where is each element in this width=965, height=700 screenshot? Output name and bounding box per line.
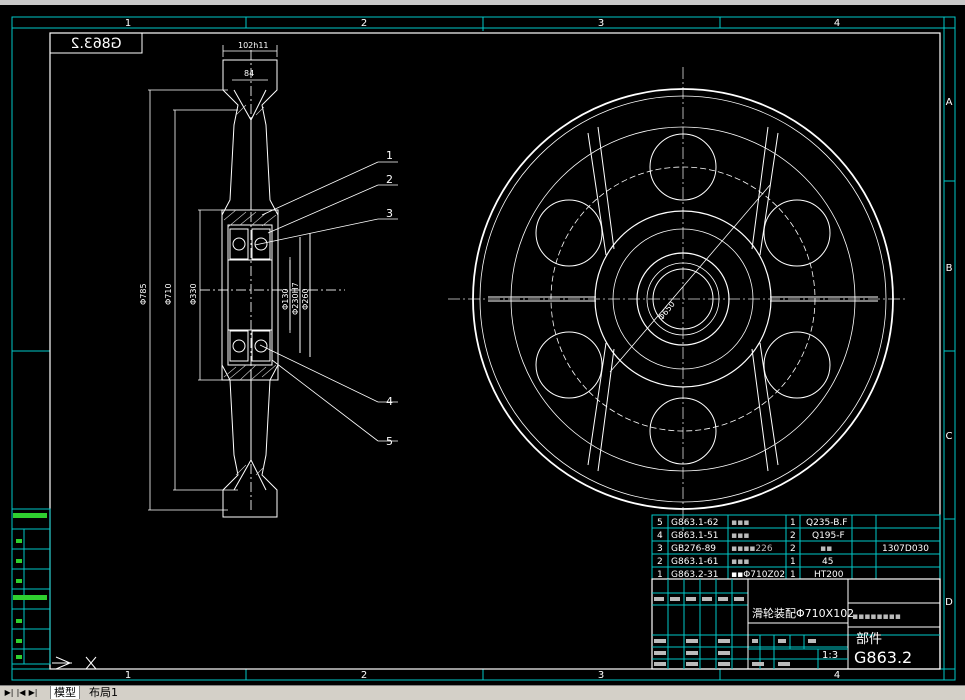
dim-d230h7: Φ230H7 [291, 282, 300, 315]
next-tab-icon[interactable]: ▶| [28, 687, 38, 698]
tab-model[interactable]: 模型 [50, 686, 80, 699]
drawing-number: G863.2 [854, 648, 912, 667]
frame-col-1-bottom: 1 [125, 670, 131, 681]
frame-col-2-bottom: 2 [361, 670, 367, 681]
left-table-marks [13, 513, 47, 659]
dimension-lines [148, 45, 311, 511]
bom-material: Q235-B.F [806, 518, 847, 528]
prev-tab-icon[interactable]: |◀ [16, 687, 26, 698]
frame-col-1-top: 1 [125, 18, 131, 29]
dim-d785: Φ785 [139, 283, 148, 305]
mirrored-code-text: G863.2 [71, 36, 122, 52]
mirrored-code-box: G863.2 [49, 32, 143, 54]
balloon-4: 4 [386, 395, 393, 408]
scale-value: 1:3 [822, 650, 838, 661]
bom-name: ▪▪▪ [731, 518, 749, 528]
bom-no: 5 [657, 518, 663, 528]
frame-row-a: A [946, 97, 953, 108]
bom-no: 3 [657, 544, 663, 554]
outer-border [11, 16, 956, 681]
dim-bore: Φ650 [656, 300, 676, 323]
cad-drawing[interactable]: 1 2 3 4 1 2 3 4 A B C D G863.2 102h11 84… [0, 5, 965, 685]
balloon-5: 5 [386, 435, 393, 448]
frame-row-c: C [946, 431, 953, 442]
first-tab-icon[interactable]: ▶| [4, 687, 14, 698]
bom-note: 1307D030 [882, 544, 929, 554]
bom-qty: 1 [790, 557, 796, 567]
layout-tab-bar: ▶| |◀ ▶| 模型 布局1 [0, 685, 965, 700]
bom-material: 45 [822, 557, 833, 567]
frame-col-4-top: 4 [834, 18, 840, 29]
bom-name: ▪▪▪▪226 [731, 544, 773, 554]
company-name: ▪▪▪▪▪▪▪▪ [852, 612, 901, 622]
frame-col-3-bottom: 3 [598, 670, 604, 681]
bom-no: 4 [657, 531, 663, 541]
section-view [200, 50, 345, 518]
tab-layout1[interactable]: 布局1 [86, 686, 121, 699]
bom-code: G863.1-62 [671, 518, 718, 528]
bom-rows: 5 G863.1-62 ▪▪▪ 1 Q235-B.F 4 G863.1-51 ▪… [657, 518, 929, 580]
parts-label: 部件 [856, 632, 882, 647]
bom-code: GB276-89 [671, 544, 716, 554]
frame-col-3-top: 3 [598, 18, 604, 29]
bom-no: 2 [657, 557, 663, 567]
bom-row-4: 4 G863.1-51 ▪▪▪ 2 Q195-F [657, 531, 845, 541]
ucs-icon [52, 656, 97, 670]
bom-code: G863.1-61 [671, 557, 718, 567]
dim-d260: Φ260 [301, 288, 310, 310]
bom-qty: 2 [790, 531, 796, 541]
leader-lines [254, 161, 398, 442]
dim-total-width: 102h11 [238, 41, 269, 50]
bom-material: ▪▪ [820, 544, 832, 554]
balloon-1: 1 [386, 149, 393, 162]
bom-row-5: 5 G863.1-62 ▪▪▪ 1 Q235-B.F [657, 518, 847, 528]
assembly-name: 滑轮装配Φ710X102 [752, 606, 854, 620]
drawing-canvas[interactable]: 1 2 3 4 1 2 3 4 A B C D G863.2 102h11 84… [0, 5, 965, 685]
frame-col-4-bottom: 4 [834, 670, 840, 681]
bom-row-3: 3 GB276-89 ▪▪▪▪226 2 ▪▪ 1307D030 [657, 544, 929, 554]
dim-d330: Φ330 [189, 283, 198, 305]
bom-material: Q195-F [812, 531, 845, 541]
balloon-2: 2 [386, 173, 393, 186]
front-view [448, 67, 908, 531]
frame-col-2-top: 2 [361, 18, 367, 29]
bom-qty: 1 [790, 518, 796, 528]
bom-qty: 2 [790, 544, 796, 554]
frame-row-b: B [946, 263, 953, 274]
frame-row-d: D [945, 597, 953, 608]
bom-name: ▪▪▪ [731, 531, 749, 541]
bom-name: ▪▪▪ [731, 557, 749, 567]
bom-row-2: 2 G863.1-61 ▪▪▪ 1 45 [657, 557, 833, 567]
dim-groove-width: 84 [244, 69, 254, 78]
dim-d710: Φ710 [164, 283, 173, 305]
dim-d130: Φ130 [281, 288, 290, 310]
balloon-3: 3 [386, 207, 393, 220]
bom-code: G863.1-51 [671, 531, 718, 541]
